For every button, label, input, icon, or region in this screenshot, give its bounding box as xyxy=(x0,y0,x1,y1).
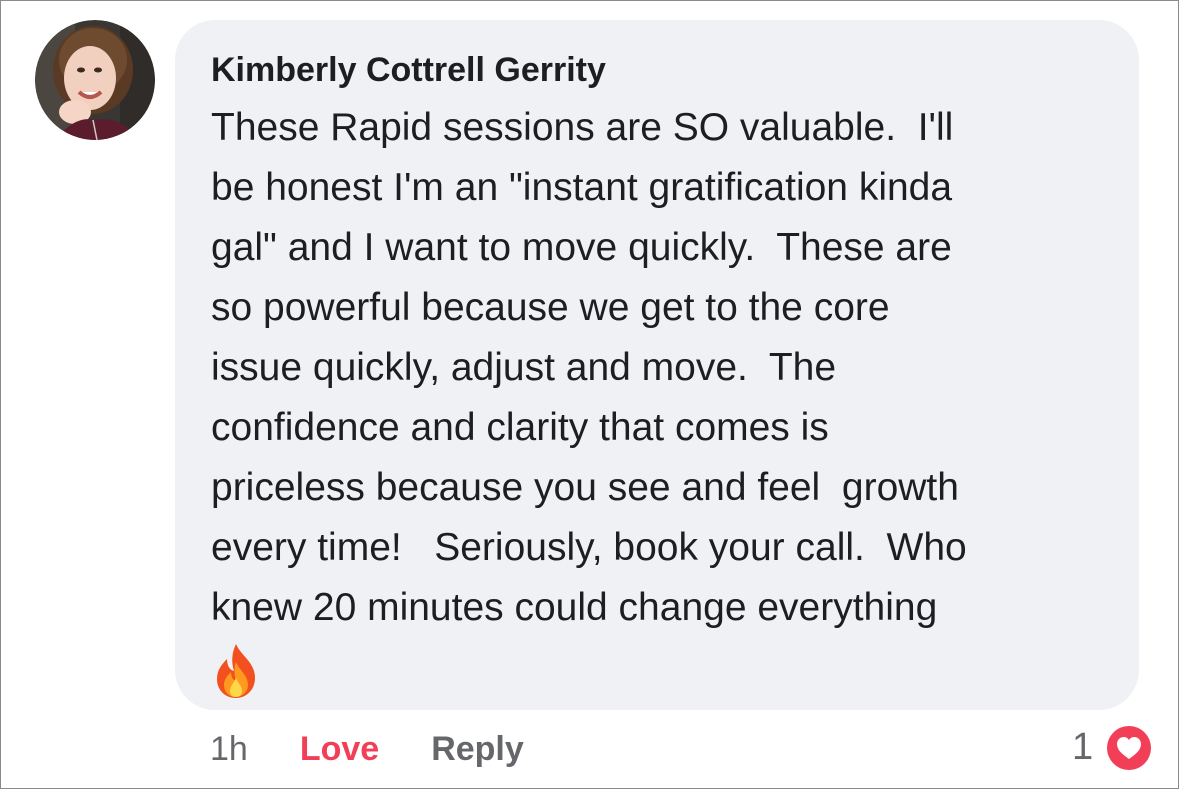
avatar-photo-icon xyxy=(35,20,155,140)
heart-icon[interactable] xyxy=(1102,721,1156,775)
comment-text: These Rapid sessions are SO valuable. I'… xyxy=(211,98,1109,700)
comment-text-line: so powerful because we get to the core xyxy=(211,286,890,329)
comment-author[interactable]: Kimberly Cottrell Gerrity xyxy=(211,48,1109,92)
comment-text-line: issue quickly, adjust and move. The xyxy=(211,346,837,389)
comment-text-line: be honest I'm an "instant gratification … xyxy=(211,166,953,209)
love-reaction-button[interactable]: Love xyxy=(300,726,379,772)
comment-text-line: confidence and clarity that comes is xyxy=(211,406,829,449)
comment-timestamp[interactable]: 1h xyxy=(210,726,248,772)
reply-button[interactable]: Reply xyxy=(431,726,524,772)
comment-actions: 1h Love Reply xyxy=(210,726,524,772)
comment-text-line: These Rapid sessions are SO valuable. I'… xyxy=(211,106,954,149)
comment-text-line: every time! Seriously, book your call. W… xyxy=(211,526,967,569)
avatar[interactable] xyxy=(35,20,155,140)
comment-text-line: priceless because you see and feel growt… xyxy=(211,466,959,509)
fire-emoji-icon xyxy=(217,644,255,698)
reaction-count[interactable]: 1 xyxy=(1072,724,1093,770)
comment-bubble: Kimberly Cottrell Gerrity These Rapid se… xyxy=(175,20,1139,710)
comment-text-line: knew 20 minutes could change everything xyxy=(211,586,938,629)
comment-text-line: gal" and I want to move quickly. These a… xyxy=(211,226,952,269)
